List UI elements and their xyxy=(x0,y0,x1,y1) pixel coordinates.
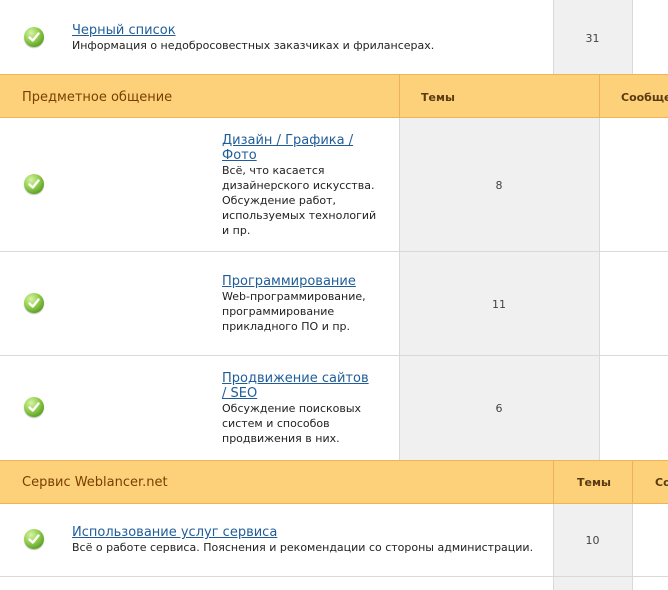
forum-title-service-usage[interactable]: Использование услуг сервиса xyxy=(72,525,277,540)
category-title: Сервис Weblancer.net xyxy=(22,475,168,490)
forum-description: Всё о работе сервиса. Пояснения и рекоме… xyxy=(72,541,534,554)
forum-status-check-icon xyxy=(24,529,44,549)
column-header-topics: Темы xyxy=(421,91,455,104)
forum-status-check-icon xyxy=(24,27,44,47)
forum-title-blacklist[interactable]: Черный список xyxy=(72,23,176,38)
forum-topics-count: 6 xyxy=(495,402,503,415)
forum-topics-count: 31 xyxy=(585,32,600,45)
forum-description: Обсуждение поисковых систем и способов п… xyxy=(222,402,362,445)
forum-title-seo[interactable]: Продвижение сайтов / SEO xyxy=(222,371,372,401)
forum-status-check-icon xyxy=(24,293,44,313)
category-title: Предметное общение xyxy=(22,90,173,105)
forum-topics-count: 11 xyxy=(492,298,506,311)
forum-title-design[interactable]: Дизайн / Графика / Фото xyxy=(222,133,372,163)
forum-title-programming[interactable]: Программирование xyxy=(222,274,356,289)
forum-topics-count: 8 xyxy=(495,179,503,192)
forum-status-check-icon xyxy=(24,397,44,417)
column-header-topics: Темы xyxy=(577,476,611,489)
forum-description: Всё, что касается дизайнерского искусств… xyxy=(222,164,377,237)
forum-description: Информация о недобросовестных заказчиках… xyxy=(72,39,435,52)
forum-description: Web-программирование, программирование п… xyxy=(222,290,366,333)
topics-column xyxy=(553,504,632,590)
forum-status-check-icon xyxy=(24,174,44,194)
column-header-messages: Со xyxy=(655,476,668,489)
forum-topics-count: 10 xyxy=(585,534,600,547)
category-header-service: Сервис Weblancer.net Темы Со xyxy=(0,460,668,504)
category-header-subject: Предметное общение Темы Сообще xyxy=(0,74,668,118)
column-header-messages: Сообще xyxy=(621,91,668,104)
